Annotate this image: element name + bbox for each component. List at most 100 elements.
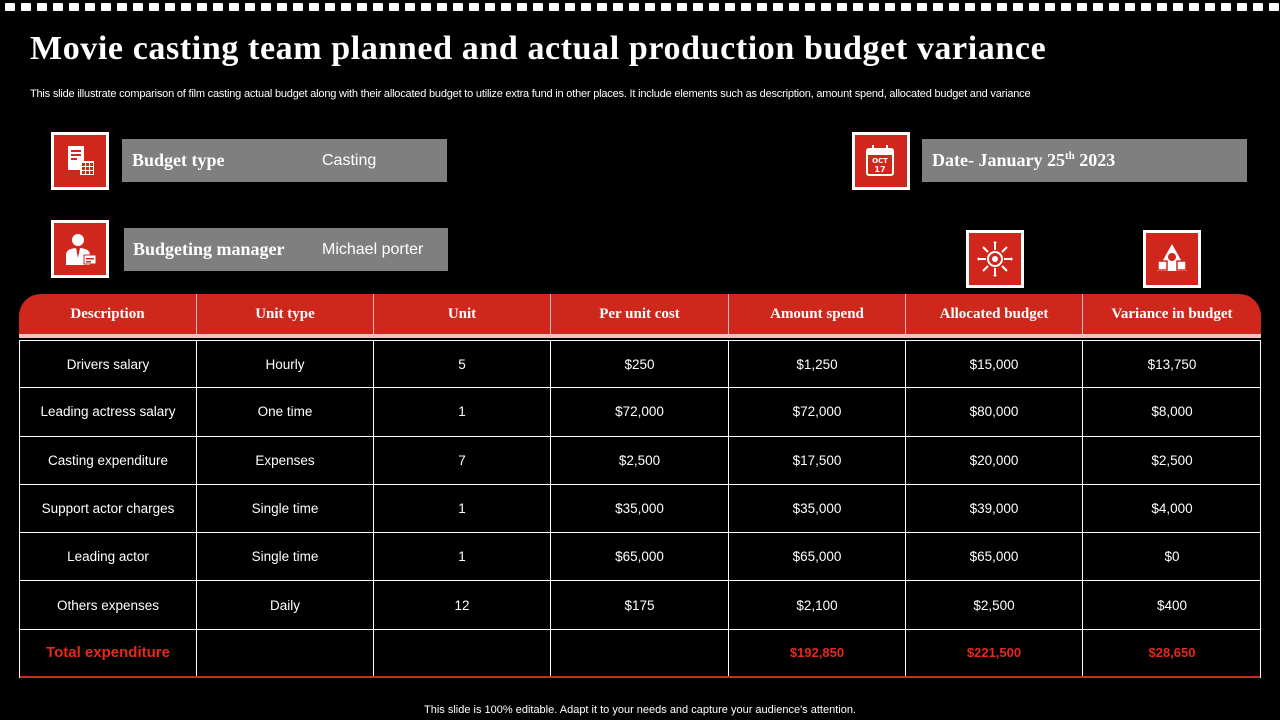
film-hole — [1013, 3, 1023, 11]
film-hole — [997, 3, 1007, 11]
film-hole — [213, 3, 223, 11]
table-cell: Drivers salary — [20, 341, 197, 388]
film-hole — [949, 3, 959, 11]
manager-person-icon — [51, 220, 109, 278]
film-hole — [101, 3, 111, 11]
film-hole — [1125, 3, 1135, 11]
table-cell: One time — [197, 388, 374, 436]
film-hole — [1253, 3, 1263, 11]
table-cell: $2,500 — [906, 581, 1083, 629]
film-hole — [293, 3, 303, 11]
total-cell — [197, 629, 374, 677]
film-hole — [277, 3, 287, 11]
table-cell: $35,000 — [551, 484, 729, 533]
film-hole — [789, 3, 799, 11]
table-cell: $80,000 — [906, 388, 1083, 436]
film-hole — [117, 3, 127, 11]
film-hole — [981, 3, 991, 11]
film-hole — [1173, 3, 1183, 11]
film-hole — [741, 3, 751, 11]
table-cell: $8,000 — [1151, 404, 1193, 420]
film-hole — [325, 3, 335, 11]
film-hole — [53, 3, 63, 11]
film-strip-border — [0, 0, 1280, 14]
film-hole — [1269, 3, 1279, 11]
target-arrows-icon — [966, 230, 1024, 288]
film-hole — [5, 3, 15, 11]
table-cell: Casting expenditure — [20, 436, 197, 484]
film-hole — [1109, 3, 1119, 11]
table-cell: $72,000 — [551, 388, 729, 436]
table-row: Leading actress salary One time 1 $72,000 $7… — [20, 388, 1260, 437]
table-cell: $72,000 — [729, 388, 906, 436]
table-cell: $0 — [1164, 549, 1180, 565]
table-cell: $1,250 — [729, 341, 906, 388]
column-header: Unit — [374, 294, 551, 334]
budget-variance-table: Description Unit type Unit Per unit cost Amo… — [19, 294, 1261, 679]
film-hole — [549, 3, 559, 11]
table-cell: Leading actor — [20, 533, 197, 581]
table-cell: Leading actress salary — [20, 388, 197, 436]
table-cell: 12 — [374, 581, 551, 629]
column-header: Allocated budget — [906, 294, 1083, 334]
column-header: Amount spend — [729, 294, 906, 334]
film-hole — [453, 3, 463, 11]
table-cell: $250 — [551, 341, 729, 388]
svg-text:OCT: OCT — [872, 157, 888, 165]
table-body: Drivers salary Hourly 5 $250 $1,250 $15,000 $1… — [19, 340, 1261, 679]
film-hole — [661, 3, 671, 11]
table-cell: $20,000 — [906, 436, 1083, 484]
column-header: Unit type — [197, 294, 374, 334]
total-cell: $28,650 — [1148, 645, 1196, 661]
table-cell: $2,500 — [551, 436, 729, 484]
film-hole — [1077, 3, 1087, 11]
total-cell: $221,500 — [906, 629, 1083, 677]
film-hole — [1141, 3, 1151, 11]
film-hole — [533, 3, 543, 11]
total-cell — [551, 629, 729, 677]
table-cell: $13,750 — [1147, 356, 1197, 372]
film-hole — [1093, 3, 1103, 11]
film-hole — [437, 3, 447, 11]
table-cell: Expenses — [197, 436, 374, 484]
film-hole — [501, 3, 511, 11]
film-hole — [917, 3, 927, 11]
film-hole — [853, 3, 863, 11]
film-hole — [229, 3, 239, 11]
table-cell: 5 — [374, 341, 551, 388]
budgeting-manager-value: Michael porter — [322, 240, 424, 258]
film-hole — [965, 3, 975, 11]
film-hole — [581, 3, 591, 11]
table-cell: 1 — [374, 388, 551, 436]
film-hole — [1061, 3, 1071, 11]
film-hole — [837, 3, 847, 11]
table-cell: $65,000 — [551, 533, 729, 581]
table-cell: $400 — [1156, 597, 1188, 613]
budget-type-label: Budget type — [132, 150, 225, 170]
table-cell: 1 — [374, 533, 551, 581]
calendar-icon: OCT 17 — [852, 132, 910, 190]
film-hole — [629, 3, 639, 11]
film-hole — [469, 3, 479, 11]
film-hole — [1237, 3, 1247, 11]
table-cell: Support actor charges — [20, 484, 197, 533]
film-hole — [677, 3, 687, 11]
film-hole — [693, 3, 703, 11]
table-cell: Hourly — [197, 341, 374, 388]
table-cell: Single time — [197, 533, 374, 581]
table-header: Description Unit type Unit Per unit cost Amo… — [19, 294, 1261, 338]
budgeting-manager-label: Budgeting manager — [133, 239, 285, 259]
date-text: Date- January 25th 2023 — [932, 150, 1116, 170]
film-hole — [869, 3, 879, 11]
film-hole — [165, 3, 175, 11]
film-hole — [1189, 3, 1199, 11]
film-hole — [149, 3, 159, 11]
film-hole — [37, 3, 47, 11]
date-bar: Date- January 25th 2023 — [922, 139, 1247, 182]
film-hole — [821, 3, 831, 11]
film-hole — [21, 3, 31, 11]
film-hole — [1221, 3, 1231, 11]
film-hole — [1205, 3, 1215, 11]
page-subtitle: This slide illustrate comparison of film… — [30, 88, 1031, 100]
budget-type-value: Casting — [322, 151, 377, 169]
